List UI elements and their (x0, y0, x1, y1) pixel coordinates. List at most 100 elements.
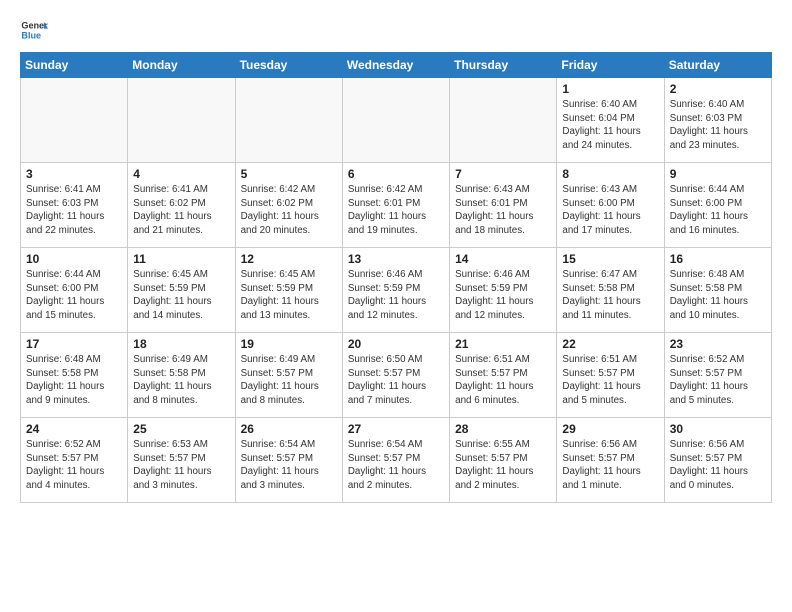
cell-day-number: 19 (241, 337, 337, 351)
cell-day-number: 18 (133, 337, 229, 351)
calendar-cell: 21 Sunrise: 6:51 AMSunset: 5:57 PMDayligh… (450, 333, 557, 418)
cell-info-text: Sunrise: 6:45 AMSunset: 5:59 PMDaylight:… (133, 268, 229, 323)
calendar-cell: 19 Sunrise: 6:49 AMSunset: 5:57 PMDayligh… (235, 333, 342, 418)
calendar-cell: 20Sunrise: 6:50 AMSunset: 5:57 PMDayligh… (342, 333, 449, 418)
calendar-cell: 4Sunrise: 6:41 AMSunset: 6:02 PMDaylight… (128, 163, 235, 248)
calendar-cell: 10Sunrise: 6:44 AMSunset: 6:00 PMDayligh… (21, 248, 128, 333)
weekday-header-saturday: Saturday (664, 53, 771, 78)
calendar-cell: 25 Sunrise: 6:53 AMSunset: 5:57 PMDayligh… (128, 418, 235, 503)
calendar-cell: 11 Sunrise: 6:45 AMSunset: 5:59 PMDayligh… (128, 248, 235, 333)
weekday-header-wednesday: Wednesday (342, 53, 449, 78)
cell-day-number: 29 (562, 422, 658, 436)
cell-info-text: Sunrise: 6:48 AMSunset: 5:58 PMDaylight:… (26, 353, 122, 408)
calendar-cell: 26 Sunrise: 6:54 AMSunset: 5:57 PMDayligh… (235, 418, 342, 503)
cell-info-text: Sunrise: 6:53 AMSunset: 5:57 PMDaylight:… (133, 438, 229, 493)
calendar-cell: 9 Sunrise: 6:44 AMSunset: 6:00 PMDaylight… (664, 163, 771, 248)
cell-day-number: 12 (241, 252, 337, 266)
calendar-cell (21, 78, 128, 163)
cell-day-number: 15 (562, 252, 658, 266)
cell-info-text: Sunrise: 6:44 AMSunset: 6:00 PMDaylight:… (670, 183, 766, 238)
calendar-cell (342, 78, 449, 163)
calendar-cell: 28 Sunrise: 6:55 AMSunset: 5:57 PMDayligh… (450, 418, 557, 503)
calendar-cell: 30Sunrise: 6:56 AMSunset: 5:57 PMDayligh… (664, 418, 771, 503)
cell-info-text: Sunrise: 6:40 AMSunset: 6:03 PMDaylight:… (670, 98, 766, 153)
cell-info-text: Sunrise: 6:51 AMSunset: 5:57 PMDaylight:… (455, 353, 551, 408)
calendar-table: SundayMondayTuesdayWednesdayThursdayFrid… (20, 52, 772, 503)
calendar-cell (235, 78, 342, 163)
calendar-cell: 1Sunrise: 6:40 AMSunset: 6:04 PMDaylight… (557, 78, 664, 163)
calendar-cell: 16 Sunrise: 6:48 AMSunset: 5:58 PMDayligh… (664, 248, 771, 333)
calendar-cell: 6 Sunrise: 6:42 AMSunset: 6:01 PMDaylight… (342, 163, 449, 248)
cell-day-number: 26 (241, 422, 337, 436)
cell-day-number: 14 (455, 252, 551, 266)
week-row-2: 3Sunrise: 6:41 AMSunset: 6:03 PMDaylight… (21, 163, 772, 248)
calendar-cell: 8 Sunrise: 6:43 AMSunset: 6:00 PMDaylight… (557, 163, 664, 248)
header: General Blue (20, 16, 772, 44)
cell-info-text: Sunrise: 6:41 AMSunset: 6:02 PMDaylight:… (133, 183, 229, 238)
cell-day-number: 10 (26, 252, 122, 266)
calendar-cell: 17 Sunrise: 6:48 AMSunset: 5:58 PMDayligh… (21, 333, 128, 418)
cell-info-text: Sunrise: 6:46 AMSunset: 5:59 PMDaylight:… (455, 268, 551, 323)
calendar-cell: 13 Sunrise: 6:46 AMSunset: 5:59 PMDayligh… (342, 248, 449, 333)
cell-info-text: Sunrise: 6:49 AMSunset: 5:57 PMDaylight:… (241, 353, 337, 408)
weekday-header-row: SundayMondayTuesdayWednesdayThursdayFrid… (21, 53, 772, 78)
week-row-3: 10Sunrise: 6:44 AMSunset: 6:00 PMDayligh… (21, 248, 772, 333)
cell-day-number: 23 (670, 337, 766, 351)
week-row-4: 17 Sunrise: 6:48 AMSunset: 5:58 PMDayligh… (21, 333, 772, 418)
cell-info-text: Sunrise: 6:46 AMSunset: 5:59 PMDaylight:… (348, 268, 444, 323)
cell-info-text: Sunrise: 6:47 AMSunset: 5:58 PMDaylight:… (562, 268, 658, 323)
cell-day-number: 16 (670, 252, 766, 266)
week-row-5: 24 Sunrise: 6:52 AMSunset: 5:57 PMDayligh… (21, 418, 772, 503)
cell-info-text: Sunrise: 6:55 AMSunset: 5:57 PMDaylight:… (455, 438, 551, 493)
calendar-cell: 3Sunrise: 6:41 AMSunset: 6:03 PMDaylight… (21, 163, 128, 248)
cell-info-text: Sunrise: 6:49 AMSunset: 5:58 PMDaylight:… (133, 353, 229, 408)
cell-day-number: 3 (26, 167, 122, 181)
cell-info-text: Sunrise: 6:43 AMSunset: 6:01 PMDaylight:… (455, 183, 551, 238)
cell-info-text: Sunrise: 6:42 AMSunset: 6:01 PMDaylight:… (348, 183, 444, 238)
cell-day-number: 24 (26, 422, 122, 436)
cell-info-text: Sunrise: 6:45 AMSunset: 5:59 PMDaylight:… (241, 268, 337, 323)
cell-day-number: 28 (455, 422, 551, 436)
calendar-cell: 12 Sunrise: 6:45 AMSunset: 5:59 PMDayligh… (235, 248, 342, 333)
cell-info-text: Sunrise: 6:54 AMSunset: 5:57 PMDaylight:… (241, 438, 337, 493)
calendar-cell: 5Sunrise: 6:42 AMSunset: 6:02 PMDaylight… (235, 163, 342, 248)
cell-day-number: 6 (348, 167, 444, 181)
cell-day-number: 13 (348, 252, 444, 266)
calendar-cell (128, 78, 235, 163)
logo-icon: General Blue (20, 16, 48, 44)
svg-text:Blue: Blue (21, 30, 41, 40)
cell-day-number: 8 (562, 167, 658, 181)
weekday-header-sunday: Sunday (21, 53, 128, 78)
calendar-cell (450, 78, 557, 163)
calendar-cell: 7 Sunrise: 6:43 AMSunset: 6:01 PMDaylight… (450, 163, 557, 248)
cell-day-number: 22 (562, 337, 658, 351)
page: General Blue SundayMondayTuesdayWednesda… (0, 0, 792, 513)
cell-info-text: Sunrise: 6:50 AMSunset: 5:57 PMDaylight:… (348, 353, 444, 408)
weekday-header-monday: Monday (128, 53, 235, 78)
calendar-cell: 22 Sunrise: 6:51 AMSunset: 5:57 PMDayligh… (557, 333, 664, 418)
week-row-1: 1Sunrise: 6:40 AMSunset: 6:04 PMDaylight… (21, 78, 772, 163)
cell-day-number: 2 (670, 82, 766, 96)
cell-day-number: 7 (455, 167, 551, 181)
cell-info-text: Sunrise: 6:56 AMSunset: 5:57 PMDaylight:… (562, 438, 658, 493)
cell-day-number: 9 (670, 167, 766, 181)
cell-day-number: 21 (455, 337, 551, 351)
cell-info-text: Sunrise: 6:52 AMSunset: 5:57 PMDaylight:… (670, 353, 766, 408)
cell-info-text: Sunrise: 6:40 AMSunset: 6:04 PMDaylight:… (562, 98, 658, 153)
cell-info-text: Sunrise: 6:48 AMSunset: 5:58 PMDaylight:… (670, 268, 766, 323)
weekday-header-friday: Friday (557, 53, 664, 78)
calendar-cell: 18 Sunrise: 6:49 AMSunset: 5:58 PMDayligh… (128, 333, 235, 418)
cell-info-text: Sunrise: 6:43 AMSunset: 6:00 PMDaylight:… (562, 183, 658, 238)
cell-day-number: 25 (133, 422, 229, 436)
cell-info-text: Sunrise: 6:42 AMSunset: 6:02 PMDaylight:… (241, 183, 337, 238)
cell-day-number: 17 (26, 337, 122, 351)
cell-day-number: 27 (348, 422, 444, 436)
cell-info-text: Sunrise: 6:51 AMSunset: 5:57 PMDaylight:… (562, 353, 658, 408)
cell-info-text: Sunrise: 6:52 AMSunset: 5:57 PMDaylight:… (26, 438, 122, 493)
cell-day-number: 11 (133, 252, 229, 266)
calendar-cell: 23 Sunrise: 6:52 AMSunset: 5:57 PMDayligh… (664, 333, 771, 418)
cell-day-number: 30 (670, 422, 766, 436)
cell-info-text: Sunrise: 6:54 AMSunset: 5:57 PMDaylight:… (348, 438, 444, 493)
logo: General Blue (20, 16, 48, 44)
calendar-cell: 2 Sunrise: 6:40 AMSunset: 6:03 PMDaylight… (664, 78, 771, 163)
